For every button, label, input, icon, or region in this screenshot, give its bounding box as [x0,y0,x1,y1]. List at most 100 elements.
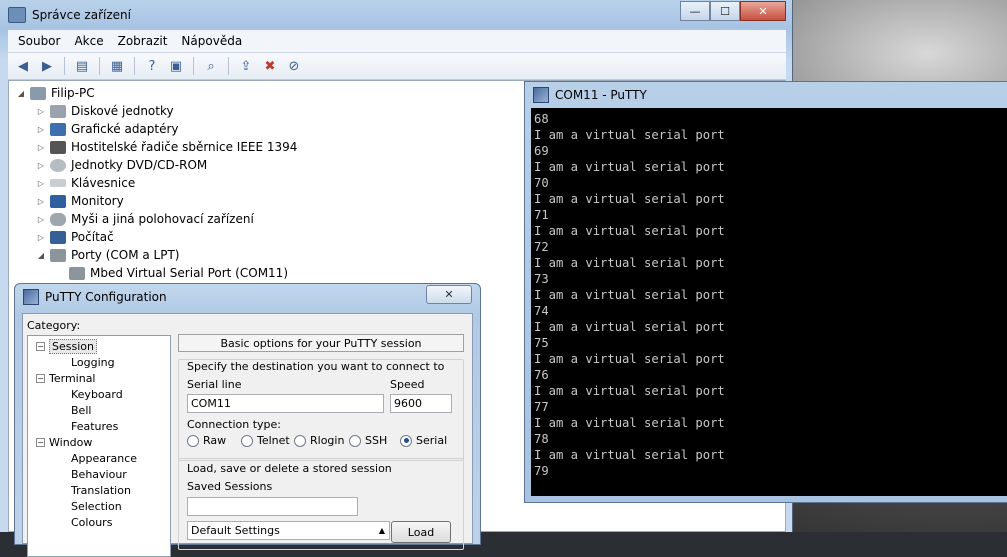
port-icon [69,266,85,280]
category-translation[interactable]: Translation [71,482,131,498]
expand-triangle-icon[interactable]: ▷ [37,197,45,206]
speed-input[interactable]: 9600 [390,394,452,413]
tree-item-computer[interactable]: ▷ Počítač [37,228,114,246]
radio-serial[interactable]: Serial [400,434,447,447]
disable-icon[interactable]: ⊘ [285,57,303,75]
tree-item-monitors[interactable]: ▷ Monitory [37,192,124,210]
category-label: Features [71,419,119,433]
device-manager-app-icon [8,7,26,23]
disk-drive-icon [50,104,66,118]
terminal-line: 71 [534,208,549,222]
tree-item-ieee1394[interactable]: ▷ Hostitelské řadiče sběrnice IEEE 1394 [37,138,298,156]
radio-button[interactable] [294,434,306,447]
saved-sessions-list[interactable]: Default Settings ▲ [187,521,390,540]
category-label: Behaviour [71,467,127,481]
tree-item-dvd[interactable]: ▷ Jednotky DVD/CD-ROM [37,156,207,174]
radio-rlogin[interactable]: Rlogin [294,434,344,447]
radio-raw[interactable]: Raw [187,434,226,447]
category-features[interactable]: Features [71,418,118,434]
menu-akce[interactable]: Akce [74,34,103,48]
category-selection[interactable]: Selection [71,498,122,514]
scan-hardware-icon[interactable]: ⌕ [202,57,220,75]
tree-root[interactable]: ◢ Filip-PC [17,84,95,102]
radio-ssh[interactable]: SSH [349,434,387,447]
collapse-box-icon[interactable]: − [36,373,45,383]
terminal-line: I am a virtual serial port [534,352,725,366]
maximize-button[interactable]: ☐ [710,1,740,21]
expand-triangle-icon[interactable]: ▷ [37,107,45,116]
category-keyboard[interactable]: Keyboard [71,386,123,402]
uninstall-icon[interactable]: ✖ [261,57,279,75]
category-appearance[interactable]: Appearance [71,450,137,466]
putty-config-titlebar: PuTTY Configuration [23,289,167,305]
terminal-line: 72 [534,240,549,254]
terminal-output[interactable]: 68 I am a virtual serial port 69 I am a … [531,108,1007,496]
tree-item-keyboards[interactable]: ▷ Klávesnice [37,174,135,192]
category-session[interactable]: − Session [36,338,97,354]
radio-button[interactable] [349,434,361,447]
category-bell[interactable]: Bell [71,402,91,418]
radio-button[interactable] [187,434,199,447]
menu-zobrazit[interactable]: Zobrazit [118,34,168,48]
scroll-up-icon[interactable]: ▲ [379,526,385,535]
radio-button-selected[interactable] [400,434,412,447]
update-driver-icon[interactable]: ⇪ [237,57,255,75]
device-manager-titlebar: Správce zařízení [8,6,131,24]
show-hide-tree-icon[interactable]: ▤ [73,57,91,75]
keyboard-icon [50,179,66,187]
tree-root-label: Filip-PC [51,86,95,100]
category-tree: − Session Logging − Terminal Keyboard Be… [27,335,171,557]
tree-item-mice[interactable]: ▷ Myši a jiná polohovací zařízení [37,210,254,228]
load-save-group: Load, save or delete a stored session Sa… [178,458,464,550]
expand-triangle-icon[interactable]: ▷ [37,179,45,188]
collapse-box-icon[interactable]: − [36,437,45,447]
display-adapter-icon [50,122,66,136]
expand-triangle-icon[interactable]: ▷ [37,125,45,134]
serial-line-input[interactable]: COM11 [187,394,384,413]
tree-item-display-adapters[interactable]: ▷ Grafické adaptéry [37,120,179,138]
back-arrow-icon[interactable]: ◀ [14,57,32,75]
close-button[interactable]: ✕ [740,1,786,21]
view-icon[interactable]: ▣ [167,57,185,75]
collapse-triangle-icon[interactable]: ◢ [37,251,45,260]
tree-item-mbed-serial-port[interactable]: Mbed Virtual Serial Port (COM11) [69,264,288,282]
collapse-triangle-icon[interactable]: ◢ [17,89,25,98]
forward-arrow-icon[interactable]: ▶ [38,57,56,75]
expand-triangle-icon[interactable]: ▷ [37,161,45,170]
saved-sessions-input[interactable] [187,497,358,516]
toolbar: ◀ ▶ ▤ ▦ ? ▣ ⌕ ⇪ ✖ ⊘ [8,53,786,80]
category-behaviour[interactable]: Behaviour [71,466,127,482]
putty-config-body: Category: − Session Logging − Terminal K… [22,313,473,557]
properties-icon[interactable]: ▦ [108,57,126,75]
terminal-line: I am a virtual serial port [534,160,725,174]
minimize-button[interactable]: — [680,1,710,21]
expand-triangle-icon[interactable]: ▷ [37,215,45,224]
help-icon[interactable]: ? [143,57,161,75]
radio-button[interactable] [241,434,253,447]
load-button[interactable]: Load [391,521,451,543]
category-window[interactable]: − Window [36,434,92,450]
terminal-line: 68 [534,112,549,126]
putty-icon [23,289,39,305]
tree-item-label: Hostitelské řadiče sběrnice IEEE 1394 [71,140,298,154]
session-list-item[interactable]: Default Settings [191,524,280,537]
toolbar-separator [228,57,229,75]
destination-label: Specify the destination you want to conn… [187,360,445,373]
radio-label: Raw [203,434,227,447]
port-icon [50,248,66,262]
radio-telnet[interactable]: Telnet [241,434,290,447]
terminal-line: 75 [534,336,549,350]
tree-item-disk-drives[interactable]: ▷ Diskové jednotky [37,102,174,120]
collapse-box-icon[interactable]: − [36,341,45,351]
category-logging[interactable]: Logging [71,354,115,370]
close-button[interactable]: ✕ [426,285,472,304]
expand-triangle-icon[interactable]: ▷ [37,233,45,242]
expand-triangle-icon[interactable]: ▷ [37,143,45,152]
terminal-line: 79 [534,464,549,478]
menu-soubor[interactable]: Soubor [18,34,60,48]
menu-napoveda[interactable]: Nápověda [181,34,242,48]
menu-bar: Soubor Akce Zobrazit Nápověda [8,30,786,53]
tree-item-ports[interactable]: ◢ Porty (COM a LPT) [37,246,180,264]
category-terminal[interactable]: − Terminal [36,370,96,386]
category-colours[interactable]: Colours [71,514,112,530]
